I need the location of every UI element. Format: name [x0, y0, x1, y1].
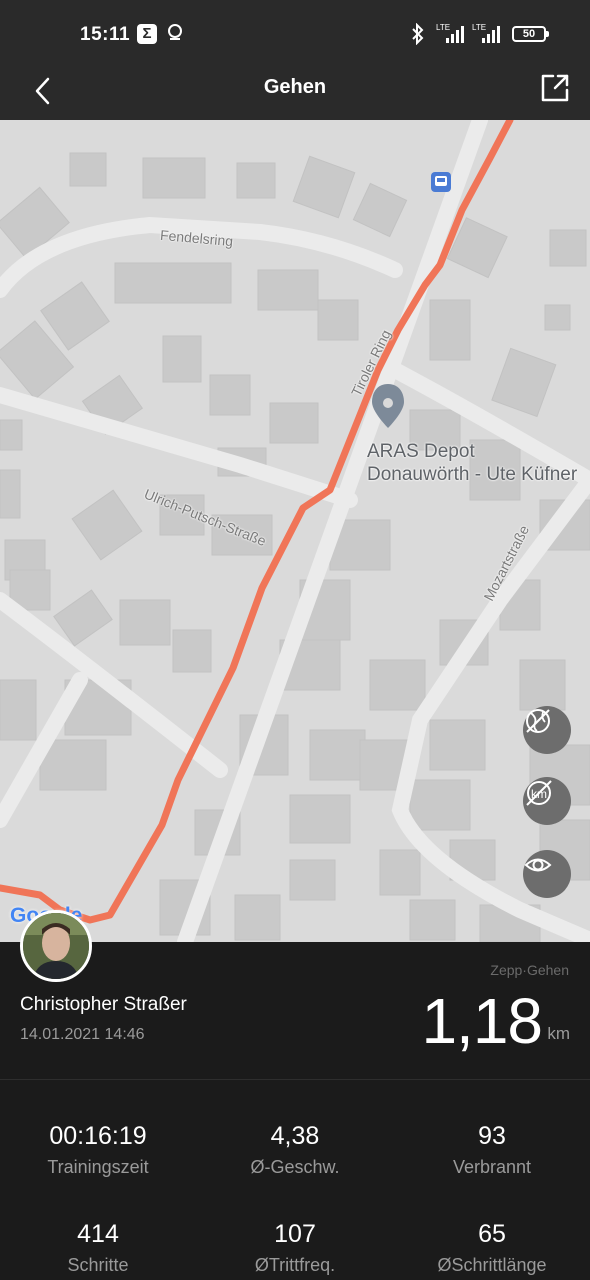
stat-cadence: 107 ØTrittfreq. [197, 1220, 393, 1276]
share-button[interactable] [540, 73, 570, 103]
page-title: Gehen [263, 76, 327, 98]
network-label: LTE [472, 23, 486, 32]
distance-unit: km [547, 1024, 570, 1043]
stat-value: 65 [478, 1220, 506, 1248]
battery-icon: 50 [512, 26, 549, 42]
bluetooth-icon [412, 23, 424, 45]
stat-value: 107 [274, 1220, 316, 1248]
app-header: Gehen [0, 62, 590, 120]
stat-label: Trainingszeit [47, 1157, 149, 1177]
app-label: Zepp·Gehen [490, 962, 569, 978]
poi-name: ARAS Depot [367, 441, 475, 462]
location-icon [168, 24, 182, 40]
stat-value: 4,38 [270, 1122, 320, 1150]
share-icon [541, 74, 569, 102]
distance-value: 1,18 [421, 985, 543, 1057]
avatar[interactable] [20, 910, 92, 982]
signal-icon: LTE [436, 23, 464, 43]
hide-km-markers-icon: km [526, 780, 552, 806]
hide-km-markers-button[interactable]: km [523, 777, 571, 825]
poi-label: ARAS Depot Donauwörth - Ute Küfner [367, 440, 577, 486]
stat-value: 00:16:19 [49, 1122, 147, 1150]
route-map[interactable]: Fendelsring Tiroler Ring Ulrich-Putsch-S… [0, 120, 590, 942]
stat-stride-length: 65 ØSchrittlänge [394, 1220, 590, 1276]
stat-label: Schritte [67, 1255, 129, 1275]
status-time: 15:11 [80, 24, 131, 45]
user-name: Christopher Straßer [20, 994, 187, 1015]
poi-name: Donauwörth - Ute Küfner [367, 464, 578, 485]
visibility-icon [524, 858, 552, 872]
map-canvas [0, 120, 590, 942]
hide-map-icon [526, 709, 550, 733]
signal-icon: LTE [472, 23, 500, 43]
stat-avg-speed: 4,38 Ø-Geschw. [197, 1122, 393, 1178]
activity-date: 14.01.2021 14:46 [20, 1026, 145, 1043]
stat-label: Ø-Geschw. [250, 1157, 340, 1177]
stat-training-time: 00:16:19 Trainingszeit [0, 1122, 196, 1178]
bus-stop-icon [431, 172, 451, 192]
hide-map-button[interactable] [523, 706, 571, 754]
status-bar: 15:11 Σ LTE LTE 50 [0, 0, 590, 62]
network-label: LTE [436, 23, 450, 32]
stat-label: ØTrittfreq. [254, 1255, 336, 1275]
divider [0, 1079, 590, 1080]
stat-label: Verbrannt [452, 1157, 532, 1177]
activity-summary: Zepp·Gehen Christopher Straßer 14.01.202… [0, 910, 590, 1280]
stat-label: ØSchrittlänge [437, 1255, 547, 1275]
sigma-icon: Σ [137, 24, 157, 44]
stat-steps: 414 Schritte [0, 1220, 196, 1276]
stat-calories: 93 Verbrannt [394, 1122, 590, 1178]
stat-value: 414 [77, 1220, 119, 1248]
visibility-button[interactable] [523, 850, 571, 898]
stat-value: 93 [478, 1122, 506, 1150]
